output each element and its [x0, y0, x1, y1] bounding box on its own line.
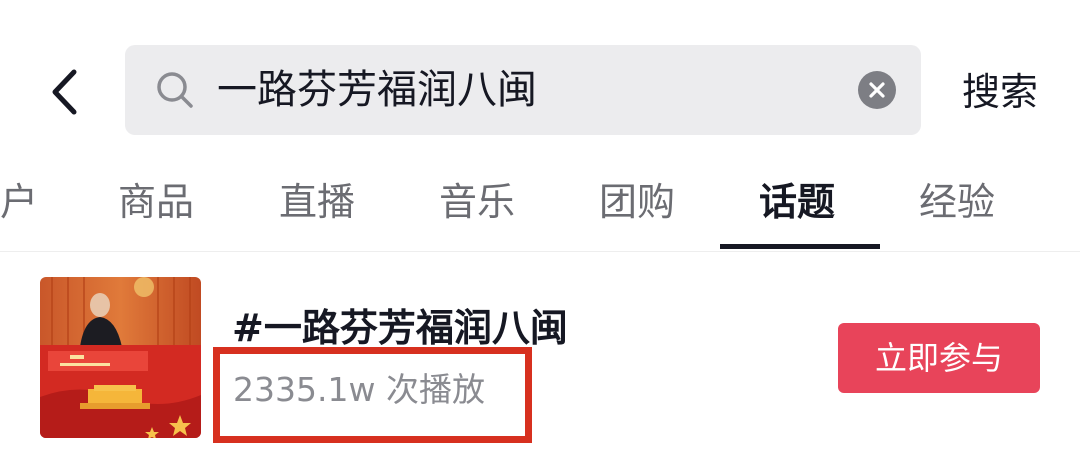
search-button[interactable]: 搜索 — [962, 68, 1038, 116]
divider — [0, 251, 1080, 252]
back-button[interactable] — [44, 66, 84, 118]
chevron-left-icon — [52, 69, 77, 115]
search-icon — [157, 72, 193, 108]
tab-music[interactable]: 音乐 — [439, 178, 515, 226]
topic-thumbnail[interactable] — [40, 277, 201, 438]
clear-search-button[interactable] — [858, 71, 896, 109]
search-input[interactable]: 一路芬芳福润八闽 — [217, 45, 537, 135]
search-field[interactable]: 一路芬芳福润八闽 — [125, 45, 921, 135]
tab-experience[interactable]: 经验 — [919, 178, 995, 226]
play-count: 2335.1w 次播放 — [233, 370, 485, 409]
tab-group-buy[interactable]: 团购 — [599, 178, 675, 226]
active-tab-indicator — [720, 244, 880, 249]
tab-topics[interactable]: 话题 — [759, 178, 835, 226]
topic-title[interactable]: #一路芬芳福润八闽 — [232, 302, 568, 354]
tab-users[interactable]: 户 — [0, 178, 38, 226]
close-icon — [869, 82, 885, 98]
tab-live[interactable]: 直播 — [279, 178, 355, 226]
join-button[interactable]: 立即参与 — [838, 323, 1040, 393]
tab-products[interactable]: 商品 — [118, 178, 194, 226]
